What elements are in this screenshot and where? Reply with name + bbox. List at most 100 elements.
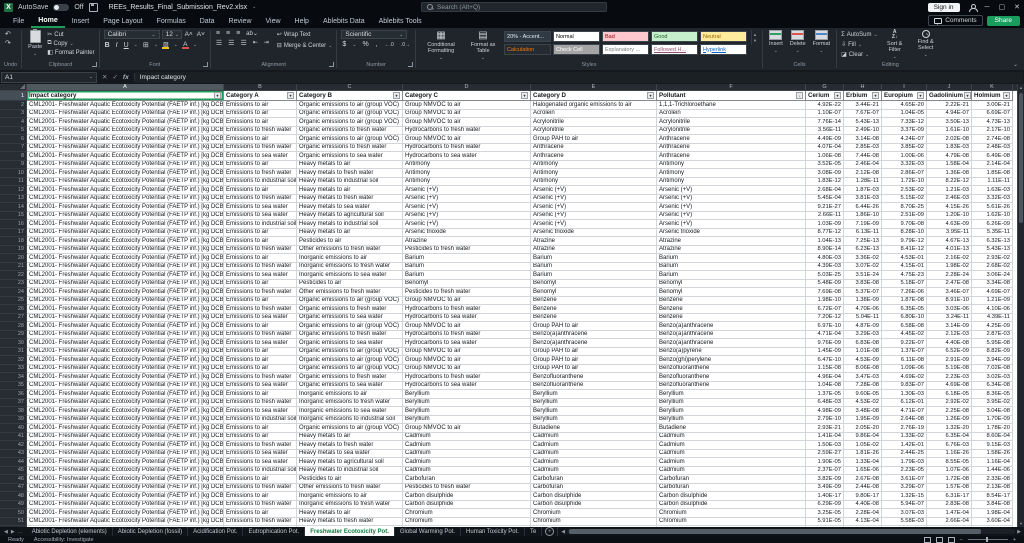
cell[interactable]: 8.06E-08 <box>844 365 882 374</box>
cell[interactable]: Other emissions to fresh water <box>297 288 403 297</box>
new-sheet-button[interactable]: + <box>545 527 554 536</box>
cell[interactable]: 6.26E-09 <box>972 220 1013 229</box>
cell[interactable]: Emissions to sea water <box>224 271 297 280</box>
row-header[interactable]: 20 <box>0 254 27 263</box>
cell[interactable]: 4.70E-06 <box>844 305 882 314</box>
cell[interactable]: Cadmium <box>657 450 806 459</box>
header-cell[interactable]: Europium▾ <box>882 91 927 101</box>
cell[interactable]: Organic emissions to sea water <box>297 382 403 391</box>
cell[interactable]: Butadiene <box>657 424 806 433</box>
cell[interactable]: Carbon disulphide <box>657 501 806 510</box>
redo-icon[interactable]: ↷ <box>4 39 12 47</box>
cell[interactable]: 1.21E-09 <box>972 297 1013 306</box>
cell[interactable]: 2.83E-08 <box>927 501 972 510</box>
cell[interactable]: Benzene <box>531 305 657 314</box>
cell[interactable]: 2.28E-04 <box>844 509 882 518</box>
row-header[interactable]: 4 <box>0 118 27 127</box>
cell[interactable]: 2.85E-03 <box>844 144 882 153</box>
cell[interactable]: 2.02E-08 <box>927 135 972 144</box>
cell[interactable]: Organic emissions to sea water <box>297 314 403 323</box>
cell[interactable]: Emissions to air <box>224 348 297 357</box>
cell[interactable]: Acrylonitrile <box>657 127 806 136</box>
cell[interactable]: Anthracene <box>657 135 806 144</box>
filter-button[interactable]: ▾ <box>393 92 400 99</box>
cell[interactable]: Arsenic trioxide <box>403 229 531 238</box>
cell[interactable]: Emissions to air <box>224 475 297 484</box>
style-chip[interactable]: Followed H... <box>651 44 698 55</box>
cell[interactable]: 1.38E-09 <box>844 297 882 306</box>
cell[interactable]: Heavy metals to industrial soil <box>297 178 403 187</box>
cell[interactable]: Arsenic (+V) <box>531 220 657 229</box>
collapse-ribbon-icon[interactable]: ⌄ <box>1013 61 1018 68</box>
cell[interactable]: Antimony <box>403 169 531 178</box>
cell[interactable]: Organic emissions to air (group VOC) <box>297 365 403 374</box>
row-header[interactable]: 38 <box>0 407 27 416</box>
cell[interactable]: Group PAH to air <box>531 322 657 331</box>
row-header[interactable]: 21 <box>0 263 27 272</box>
cell[interactable]: 2.66E-11 <box>806 212 844 221</box>
cell[interactable]: 6.44E-26 <box>844 203 882 212</box>
menu-tab-ablebits-tools[interactable]: Ablebits Tools <box>372 14 429 28</box>
cell[interactable]: Benzo(a)anthracene <box>657 339 806 348</box>
cell[interactable]: 1.32E-20 <box>927 424 972 433</box>
cell[interactable]: 7.76E-14 <box>806 118 844 127</box>
sort-filter-button[interactable]: AZ↓ Sort & Filter⌄ <box>881 30 909 60</box>
cell[interactable]: 2.25E-08 <box>927 407 972 416</box>
cell[interactable]: Pesticides to air <box>297 280 403 289</box>
cell[interactable]: 4.45E-02 <box>882 331 927 340</box>
cell[interactable]: Barium <box>531 254 657 263</box>
cell[interactable]: 1.78E-20 <box>972 424 1013 433</box>
cell[interactable]: 3.56E-11 <box>806 127 844 136</box>
cell[interactable]: Heavy metals to industrial soil <box>297 467 403 476</box>
cell[interactable]: 3.07E-03 <box>882 509 927 518</box>
cell[interactable]: 3.08E-09 <box>806 169 844 178</box>
cell[interactable]: 2.44E-08 <box>844 484 882 493</box>
cell[interactable]: 1.04E-13 <box>806 237 844 246</box>
cell[interactable]: Benomyl <box>657 288 806 297</box>
cell[interactable]: Emissions to sea water <box>224 314 297 323</box>
cell[interactable]: 1.62E-10 <box>972 212 1013 221</box>
cell[interactable]: 6.31E-17 <box>927 492 972 501</box>
cell[interactable]: 2.13E-08 <box>972 484 1013 493</box>
cell[interactable]: Emissions to fresh water <box>224 169 297 178</box>
cell[interactable]: CML2001- Freshwater Aquatic Ecotoxicity … <box>27 492 224 501</box>
cell[interactable]: Emissions to fresh water <box>224 518 297 527</box>
cell[interactable]: 1.36E-08 <box>927 169 972 178</box>
cell[interactable]: Benzofluoranthene <box>657 373 806 382</box>
cell[interactable]: Acrylonitrile <box>657 118 806 127</box>
row-header[interactable]: 26 <box>0 305 27 314</box>
bold-button[interactable]: B <box>104 42 111 49</box>
cell[interactable]: 2.17E-10 <box>972 127 1013 136</box>
menu-tab-view[interactable]: View <box>259 14 288 28</box>
cell[interactable]: 7.20E-12 <box>806 314 844 323</box>
cell[interactable]: 3.60E-04 <box>972 518 1013 527</box>
cell[interactable]: Hydrocarbons to sea water <box>403 339 531 348</box>
cell[interactable]: 4.53E-02 <box>844 399 882 408</box>
cell[interactable]: CML2001- Freshwater Aquatic Ecotoxicity … <box>27 212 224 221</box>
cell[interactable]: Pesticides to fresh water <box>403 246 531 255</box>
cell[interactable]: 3.37E-09 <box>882 127 927 136</box>
cell[interactable]: Barium <box>403 263 531 272</box>
row-header[interactable]: 22 <box>0 271 27 280</box>
cell[interactable]: 4.13E-04 <box>844 518 882 527</box>
cell[interactable]: Benzo(a)anthracene <box>531 339 657 348</box>
cell[interactable]: Organic emissions to fresh water <box>297 144 403 153</box>
cell[interactable]: CML2001- Freshwater Aquatic Ecotoxicity … <box>27 348 224 357</box>
column-header-D[interactable]: D <box>403 84 531 90</box>
cell[interactable]: Group NMVOC to air <box>403 424 531 433</box>
cell[interactable]: CML2001- Freshwater Aquatic Ecotoxicity … <box>27 220 224 229</box>
row-header[interactable]: 44 <box>0 458 27 467</box>
sheet-tab[interactable]: Human Toxicity Pot. <box>461 527 525 536</box>
grow-font-icon[interactable]: A˄ <box>184 31 194 38</box>
cell[interactable]: Heavy metals to air <box>297 161 403 170</box>
row-header[interactable]: 46 <box>0 475 27 484</box>
cell[interactable]: Emissions to air <box>224 509 297 518</box>
cell[interactable]: 1.37E-07 <box>882 348 927 357</box>
cell[interactable]: Group NMVOC to air <box>403 135 531 144</box>
cell[interactable]: Group NMVOC to air <box>403 101 531 110</box>
cell[interactable]: Benomyl <box>403 280 531 289</box>
cell[interactable]: 6.83E-08 <box>844 339 882 348</box>
row-header[interactable]: 6 <box>0 135 27 144</box>
cell[interactable]: Emissions to industrial soil <box>224 178 297 187</box>
cell[interactable]: 2.16E-02 <box>927 254 972 263</box>
